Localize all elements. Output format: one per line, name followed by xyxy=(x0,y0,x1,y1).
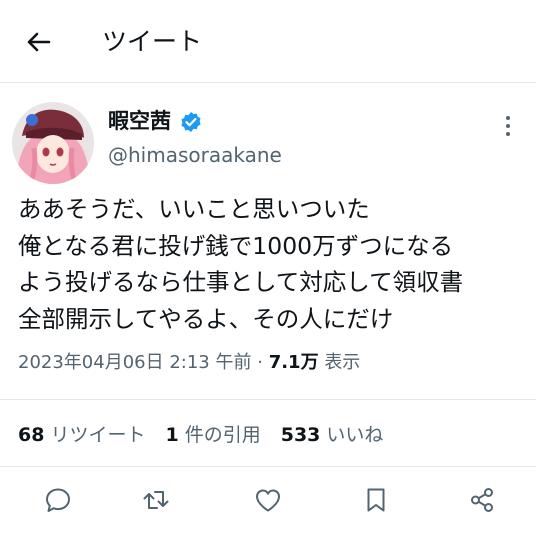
quotes-stat[interactable]: 1 件の引用 xyxy=(165,424,260,446)
tweet-meta: 2023年04月06日 2:13 午前 · 7.1万 表示 xyxy=(18,349,360,377)
retweets-label: リツイート xyxy=(50,424,146,446)
stats-divider xyxy=(0,466,536,467)
likes-count: 533 xyxy=(280,424,321,446)
back-arrow-icon[interactable] xyxy=(22,26,54,58)
retweets-stat[interactable]: 68 リツイート xyxy=(18,424,145,446)
quotes-label: 件の引用 xyxy=(184,424,261,446)
meta-divider xyxy=(0,399,536,400)
views-count: 7.1万 xyxy=(268,352,319,373)
tweet-line: 俺となる君に投げ銭で1000万ずつになる xyxy=(18,231,454,260)
like-icon[interactable] xyxy=(253,485,283,515)
share-icon[interactable] xyxy=(467,485,497,515)
page-title: ツイート xyxy=(102,27,203,56)
tweet-line: 全部開示してやるよ、その人にだけ xyxy=(18,304,394,333)
author-handle[interactable]: @himasoraakane xyxy=(108,141,282,169)
likes-label: いいね xyxy=(326,424,384,446)
quotes-count: 1 xyxy=(165,424,179,446)
top-bar: ツイート xyxy=(0,0,536,82)
meta-separator: · xyxy=(257,352,263,373)
verified-badge-icon xyxy=(180,111,202,133)
retweet-icon[interactable] xyxy=(141,485,171,515)
views-label: 表示 xyxy=(324,352,361,373)
action-bar xyxy=(0,479,536,521)
reply-icon[interactable] xyxy=(43,485,73,515)
bookmark-icon[interactable] xyxy=(361,485,391,515)
avatar[interactable] xyxy=(12,102,94,184)
more-options-icon[interactable] xyxy=(501,114,515,138)
timestamp[interactable]: 2023年04月06日 2:13 午前 xyxy=(18,352,251,373)
header-divider xyxy=(0,82,536,83)
likes-stat[interactable]: 533 いいね xyxy=(281,424,384,446)
author-name[interactable]: 暇空茜 xyxy=(108,107,171,135)
tweet-text: ああそうだ、いいこと思いついた俺となる君に投げ銭で1000万ずつになる よう投げる… xyxy=(18,191,463,337)
engagement-stats: 68 リツイート 1 件の引用 533 いいね xyxy=(18,421,403,449)
tweet-line: よう投げるなら仕事として対応して領収書 xyxy=(18,268,464,296)
tweet-line: ああそうだ、いいこと思いついた xyxy=(18,195,370,223)
retweets-count: 68 xyxy=(18,424,45,446)
